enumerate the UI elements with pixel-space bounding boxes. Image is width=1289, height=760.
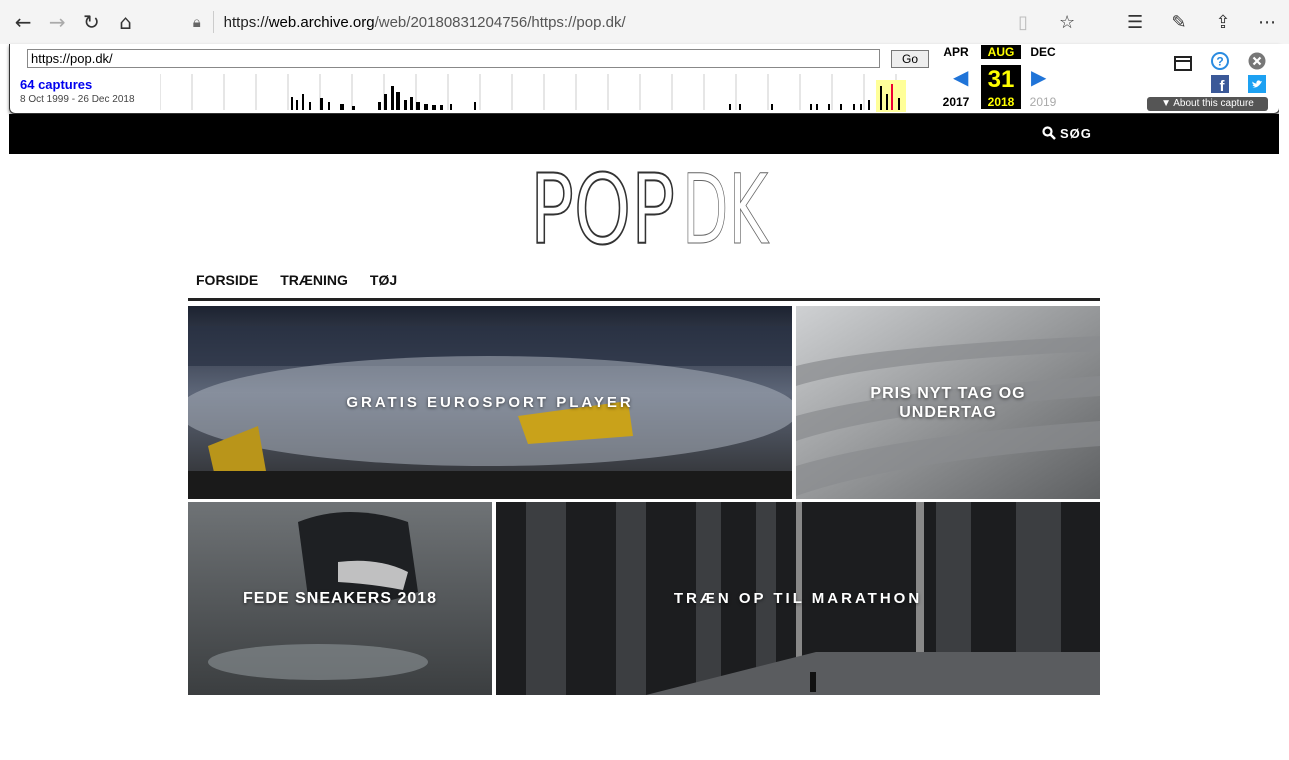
page-scrollbar[interactable] xyxy=(1279,44,1289,760)
captures-link[interactable]: 64 captures xyxy=(20,77,92,92)
refresh-icon[interactable]: ↻ xyxy=(74,0,108,44)
lock-icon: 🔒︎ xyxy=(192,13,201,31)
logo-dk-text: DK xyxy=(682,167,769,249)
nav-divider xyxy=(188,298,1100,301)
go-button[interactable]: Go xyxy=(891,50,929,68)
logo-pop-text: POP xyxy=(530,167,675,249)
share-icon[interactable]: ⇪ xyxy=(1201,0,1245,44)
capture-day: 31 xyxy=(981,65,1021,95)
reading-view-icon[interactable]: ▯ xyxy=(1001,0,1045,44)
home-icon[interactable]: ⌂ xyxy=(109,0,143,44)
tile-sneakers[interactable]: FEDE SNEAKERS 2018 xyxy=(188,502,492,695)
pen-icon[interactable]: ✎ xyxy=(1157,0,1201,44)
month-next[interactable]: DEC xyxy=(1023,45,1063,59)
twitter-icon[interactable] xyxy=(1248,75,1266,93)
favorite-star-icon[interactable]: ☆ xyxy=(1045,0,1089,44)
tile-tag[interactable]: PRIS NYT TAG OG UNDERTAG xyxy=(796,306,1100,499)
url-path: /web/20180831204756/https://pop.dk/ xyxy=(374,13,626,31)
svg-text:?: ? xyxy=(1216,55,1223,69)
tile-marathon-label: TRÆN OP TIL MARATHON xyxy=(673,590,923,607)
facebook-icon[interactable]: f xyxy=(1211,75,1229,93)
search-icon xyxy=(1042,126,1056,140)
search-link[interactable]: SØG xyxy=(1042,126,1092,141)
back-icon[interactable]: ← xyxy=(6,0,40,44)
year-prev[interactable]: 2017 xyxy=(936,95,976,109)
main-nav: FORSIDE TRÆNING TØJ xyxy=(196,272,397,288)
capture-sparkline[interactable] xyxy=(160,72,922,112)
site-logo[interactable]: POP DK xyxy=(530,167,775,249)
nav-item-traening[interactable]: TRÆNING xyxy=(280,272,348,288)
forward-icon[interactable]: → xyxy=(40,0,74,44)
wayback-url-input[interactable]: https://pop.dk/ xyxy=(27,49,880,68)
tile-marathon[interactable]: TRÆN OP TIL MARATHON xyxy=(496,502,1100,695)
address-separator xyxy=(212,11,214,33)
favorites-list-icon[interactable]: ☰ xyxy=(1113,0,1157,44)
address-bar[interactable]: 🔒︎ https://web.archive.org/web/201808312… xyxy=(193,0,829,44)
month-prev[interactable]: APR xyxy=(936,45,976,59)
close-icon[interactable] xyxy=(1248,52,1266,70)
help-icon[interactable]: ? xyxy=(1211,52,1229,70)
about-capture-button[interactable]: ▼ About this capture xyxy=(1147,97,1268,111)
month-current: AUG xyxy=(981,45,1021,59)
tile-eurosport[interactable]: GRATIS EUROSPORT PLAYER xyxy=(188,306,792,499)
next-capture-arrow-icon[interactable]: ▶ xyxy=(1031,65,1046,89)
url-host: web.archive.org xyxy=(268,13,375,31)
more-icon[interactable]: ⋯ xyxy=(1245,0,1289,44)
captures-range: 8 Oct 1999 - 26 Dec 2018 xyxy=(20,94,135,105)
tile-tag-label: PRIS NYT TAG OG UNDERTAG xyxy=(870,384,1026,421)
search-label: SØG xyxy=(1060,126,1092,141)
nav-item-toj[interactable]: TØJ xyxy=(370,272,397,288)
calendar-icon[interactable] xyxy=(1174,54,1192,72)
tile-eurosport-label: GRATIS EUROSPORT PLAYER xyxy=(346,394,634,411)
prev-capture-arrow-icon[interactable]: ◀ xyxy=(953,65,968,89)
about-label: About this capture xyxy=(1173,98,1254,109)
tile-sneakers-label: FEDE SNEAKERS 2018 xyxy=(242,589,438,607)
site-topbar: SØG xyxy=(9,114,1280,154)
browser-toolbar: ← → ↻ ⌂ 🔒︎ https://web.archive.org/web/2… xyxy=(0,0,1289,44)
nav-item-forside[interactable]: FORSIDE xyxy=(196,272,258,288)
year-current: 2018 xyxy=(981,95,1021,109)
url-prefix: https:// xyxy=(223,13,269,31)
year-next: 2019 xyxy=(1029,95,1057,109)
wayback-toolbar: https://pop.dk/ Go 64 captures 8 Oct 199… xyxy=(9,44,1280,114)
